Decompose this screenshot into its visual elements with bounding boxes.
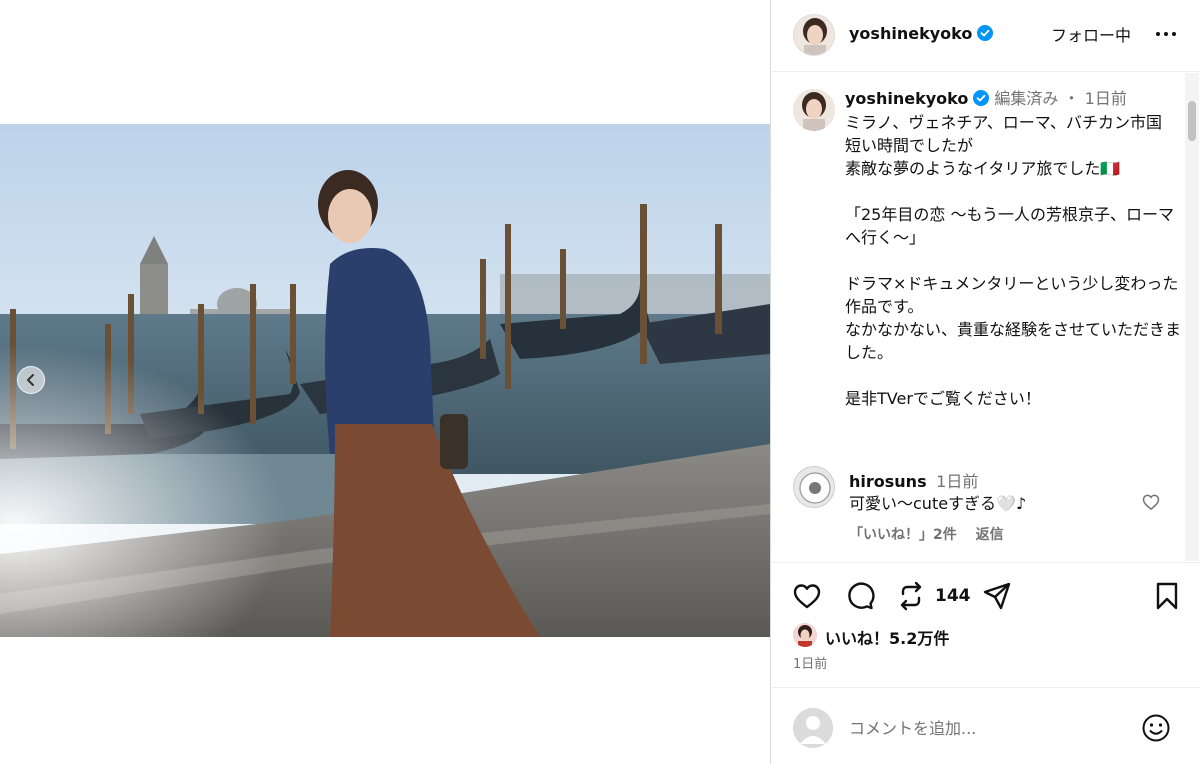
scrollbar-thumb[interactable] xyxy=(1188,101,1196,141)
comment-time[interactable]: 1日前 xyxy=(936,472,978,491)
repost-count: 144 xyxy=(935,586,971,606)
post-side-panel: yoshinekyoko フォロー中 yoshinekyoko 編集済み ・ 1… xyxy=(770,0,1200,764)
profile-photo xyxy=(794,15,834,55)
commenter-username[interactable]: hirosuns xyxy=(849,472,927,491)
author-username-text[interactable]: yoshinekyoko xyxy=(849,24,972,43)
more-horizontal-icon[interactable] xyxy=(1154,24,1178,44)
comments-scrollbar[interactable] xyxy=(1185,73,1199,561)
default-avatar-icon xyxy=(793,708,833,748)
heart-icon[interactable] xyxy=(791,580,823,612)
venice-gondola-photo xyxy=(0,124,770,637)
chevron-left-icon xyxy=(27,374,34,386)
emoji-icon[interactable] xyxy=(1141,713,1171,743)
post-timestamp[interactable]: 1日前 xyxy=(793,653,827,672)
bookmark-icon[interactable] xyxy=(1151,580,1183,612)
likes-count[interactable]: いいね！5.2万件 xyxy=(825,625,949,649)
post-photo[interactable] xyxy=(0,124,770,637)
comment-actions: 「いいね！」2件 返信 xyxy=(849,524,1018,544)
profile-photo xyxy=(793,89,835,131)
caption-body: yoshinekyoko 編集済み ・ 1日前 ミラノ、ヴェネチア、ローマ、バチ… xyxy=(845,87,1185,410)
verified-badge-icon xyxy=(977,25,994,41)
liker-avatar xyxy=(793,623,817,647)
profile-photo xyxy=(793,623,817,647)
reply-button[interactable]: 返信 xyxy=(976,527,1004,543)
meta-separator: ・ xyxy=(1063,89,1080,108)
share-icon[interactable] xyxy=(981,580,1013,612)
post-actions: 144 いいね！5.2万件 1日前 xyxy=(771,562,1200,687)
verified-badge-icon xyxy=(973,90,990,106)
caption-username[interactable]: yoshinekyoko xyxy=(845,89,968,108)
caption-author-avatar[interactable] xyxy=(793,89,835,131)
caption-text: ミラノ、ヴェネチア、ローマ、バチカン市国 短い時間でしたが 素敵な夢のようなイタ… xyxy=(845,113,1182,408)
carousel-prev-button[interactable] xyxy=(17,366,45,394)
current-user-avatar xyxy=(793,708,833,748)
commenter-avatar[interactable] xyxy=(793,466,835,508)
author-username[interactable]: yoshinekyoko xyxy=(849,24,994,43)
caption-time[interactable]: 1日前 xyxy=(1085,89,1127,108)
repost-icon[interactable] xyxy=(895,580,927,612)
comment-likes-link[interactable]: 「いいね！」2件 xyxy=(849,527,957,543)
profile-photo xyxy=(794,467,834,507)
comment-input[interactable] xyxy=(849,715,1129,741)
media-viewer xyxy=(0,0,770,764)
author-avatar[interactable] xyxy=(793,14,835,56)
heart-icon[interactable] xyxy=(1141,492,1161,512)
caption-meta: yoshinekyoko 編集済み ・ 1日前 xyxy=(845,87,1185,111)
add-comment-bar xyxy=(771,687,1200,764)
comment-text: 可愛い〜cuteすぎる🤍♪ xyxy=(849,494,1027,513)
commenter-username-row: hirosuns 1日前 xyxy=(849,468,978,492)
post-header: yoshinekyoko フォロー中 xyxy=(771,0,1200,72)
comment-icon[interactable] xyxy=(843,580,875,612)
edited-label: 編集済み xyxy=(994,89,1059,108)
following-button[interactable]: フォロー中 xyxy=(1051,22,1131,46)
comments-section[interactable]: yoshinekyoko 編集済み ・ 1日前 ミラノ、ヴェネチア、ローマ、バチ… xyxy=(771,73,1200,561)
